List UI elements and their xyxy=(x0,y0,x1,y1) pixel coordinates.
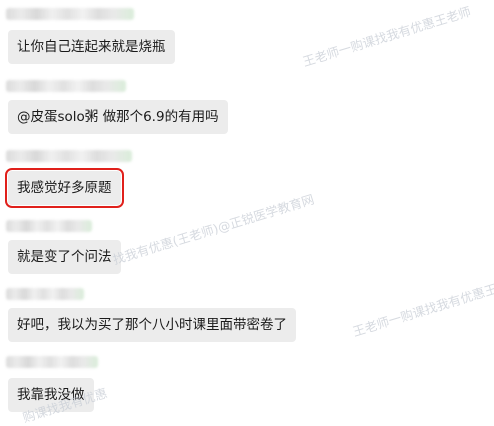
sender-name-blurred xyxy=(6,288,84,300)
sender-name-blurred xyxy=(6,356,98,368)
chat-transcript: 让你自己连起来就是烧瓶 @皮蛋solo粥 做那个6.9的有用吗 我感觉好多原题 … xyxy=(0,0,494,425)
sender-name-blurred xyxy=(6,150,132,162)
message-bubble[interactable]: 好吧，我以为买了那个八小时课里面带密卷了 xyxy=(8,308,296,342)
message-bubble-highlighted[interactable]: 我感觉好多原题 xyxy=(5,168,124,208)
message-bubble[interactable]: 我靠我没做 xyxy=(8,378,94,412)
message-bubble[interactable]: 让你自己连起来就是烧瓶 xyxy=(8,30,175,64)
message-item: 我感觉好多原题 xyxy=(5,168,124,208)
sender-name-blurred xyxy=(6,220,92,232)
message-bubble[interactable]: 就是变了个问法 xyxy=(8,240,121,274)
message-item: 让你自己连起来就是烧瓶 xyxy=(8,30,175,64)
watermark-text: 王老师一购课找我有优惠王老师 xyxy=(300,3,473,70)
sender-name-blurred xyxy=(6,8,134,20)
watermark-text: 王老师一购课找我有优惠王老师 xyxy=(350,273,494,340)
message-item: 就是变了个问法 xyxy=(8,240,121,274)
message-item: 好吧，我以为买了那个八小时课里面带密卷了 xyxy=(8,308,296,342)
sender-name-blurred xyxy=(6,80,126,92)
message-item: @皮蛋solo粥 做那个6.9的有用吗 xyxy=(8,100,228,134)
message-bubble[interactable]: @皮蛋solo粥 做那个6.9的有用吗 xyxy=(8,100,228,134)
message-item: 我靠我没做 xyxy=(8,378,94,412)
watermark-text: 找我有优惠(王老师)@正锐医学教育网 xyxy=(110,191,316,268)
